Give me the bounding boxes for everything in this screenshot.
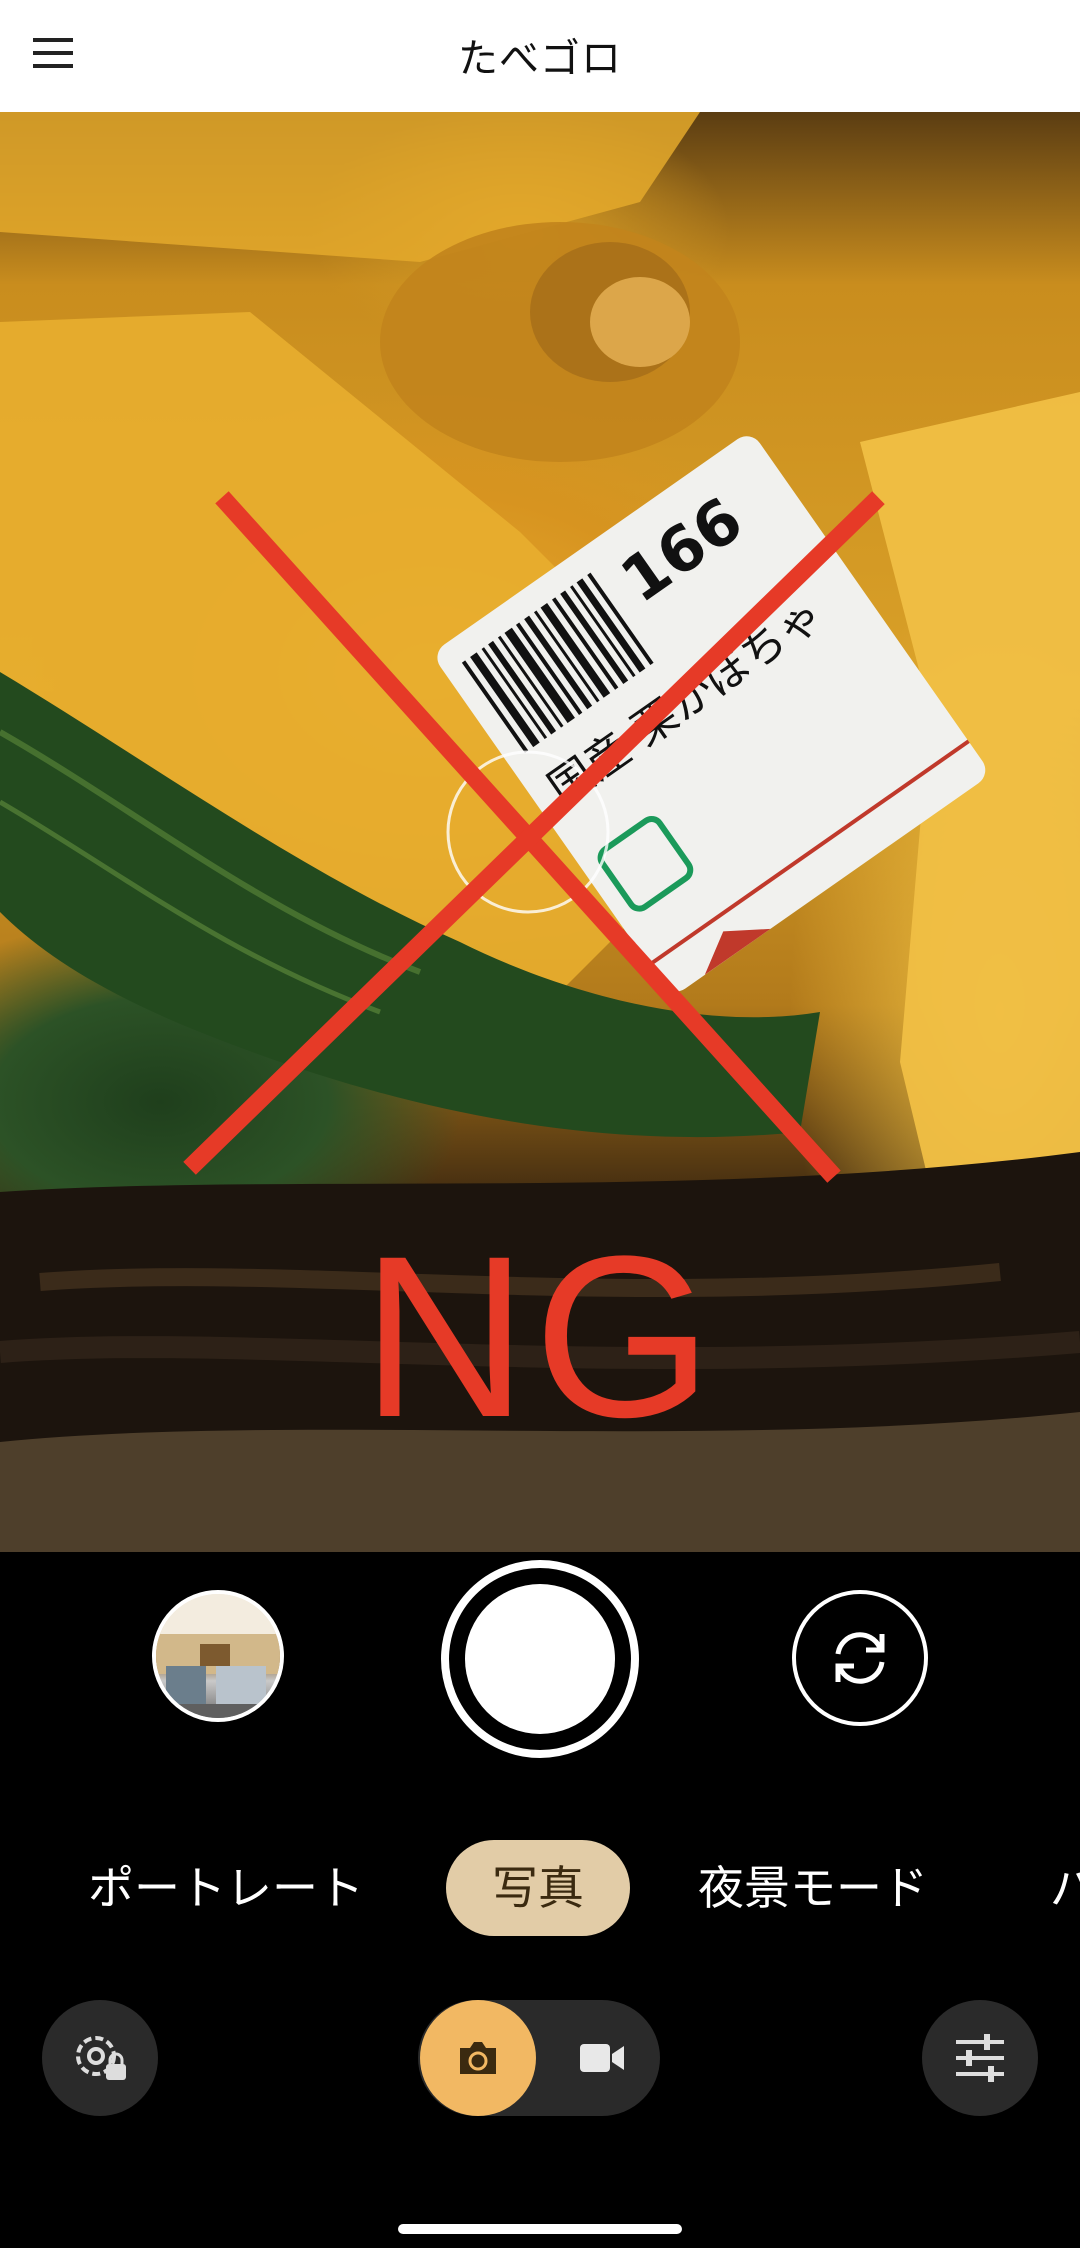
shutter-inner [465, 1584, 615, 1734]
switch-camera-icon [835, 1632, 885, 1684]
video-icon [580, 2044, 624, 2072]
photo-mode-button[interactable] [420, 2000, 536, 2116]
camera-icon [460, 2042, 496, 2074]
camera-settings-button[interactable] [42, 2000, 158, 2116]
adjust-button[interactable] [922, 2000, 1038, 2116]
home-indicator[interactable] [398, 2224, 682, 2234]
video-mode-button[interactable] [544, 2000, 660, 2116]
camera-settings-icon [76, 2036, 126, 2080]
mode-portrait[interactable]: ポートレート [88, 1840, 364, 1936]
mode-panorama[interactable]: パ [1050, 1840, 1080, 1936]
app-title: たべゴロ [458, 36, 622, 82]
mode-selector: ポートレート 写真 夜景モード パ [0, 1840, 1080, 1940]
mode-night[interactable]: 夜景モード [698, 1840, 928, 1936]
photo-video-toggle [418, 2000, 660, 2116]
switch-camera-button[interactable] [792, 1590, 928, 1726]
ng-overlay-text: NG [361, 1208, 719, 1465]
recent-photo-thumbnail[interactable] [152, 1590, 284, 1722]
sliders-icon [956, 2034, 1004, 2082]
app-bar: たべゴロ [0, 0, 1080, 112]
shutter-button[interactable] [441, 1560, 639, 1758]
mode-photo[interactable]: 写真 [446, 1840, 630, 1936]
camera-viewfinder[interactable]: 166 国産 栗かぼちゃ NG [0, 112, 1080, 1552]
thumbnail-image [156, 1594, 280, 1718]
